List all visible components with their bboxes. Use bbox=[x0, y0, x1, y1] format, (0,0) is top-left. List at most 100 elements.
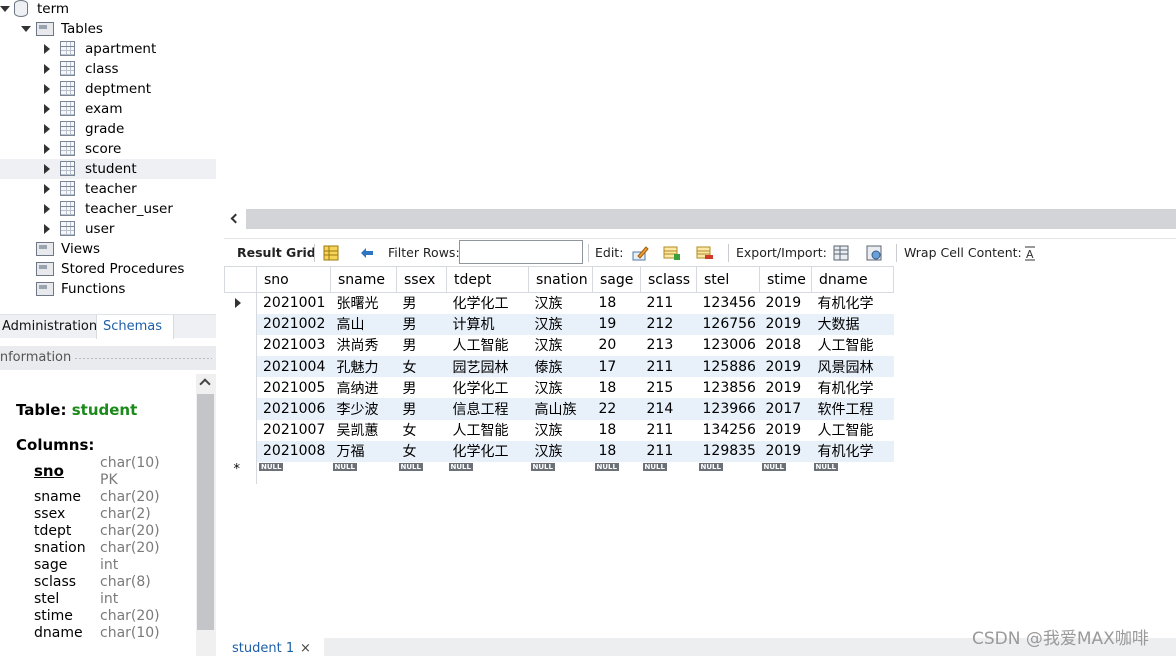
grid-cell[interactable]: 李少波 bbox=[330, 398, 397, 420]
grid-cell[interactable]: 129835 bbox=[696, 440, 760, 462]
grid-cell[interactable]: 信息工程 bbox=[446, 398, 529, 420]
table-row[interactable]: 2021008 万福女化学化工 汉族 18 211 129835 2019 有机化学 bbox=[224, 440, 894, 462]
scroll-left-icon[interactable] bbox=[230, 213, 241, 224]
grid-cell[interactable]: 大数据 bbox=[811, 313, 894, 335]
grid-cell[interactable]: 化学化工 bbox=[446, 377, 529, 399]
table-item-teacher-user[interactable]: teacher_user bbox=[0, 199, 216, 219]
export-icon[interactable] bbox=[832, 244, 850, 262]
grid-cell[interactable]: 男 bbox=[396, 292, 447, 314]
scroll-track[interactable] bbox=[246, 209, 1176, 229]
grid-cell[interactable]: 2017 bbox=[759, 398, 812, 420]
grid-cell[interactable]: 万福 bbox=[330, 440, 397, 462]
grid-cell[interactable]: 汉族 bbox=[528, 377, 593, 399]
grid-cell[interactable]: 2021007 bbox=[256, 419, 331, 441]
grid-cell[interactable]: 126756 bbox=[696, 313, 760, 335]
column-header-tdept[interactable]: tdept bbox=[446, 266, 529, 293]
table-item-teacher[interactable]: teacher bbox=[0, 179, 216, 199]
grid-cell[interactable]: NULL bbox=[696, 462, 760, 484]
column-header-sage[interactable]: sage bbox=[592, 266, 641, 293]
table-item-user[interactable]: user bbox=[0, 219, 216, 239]
expand-arrow-icon[interactable] bbox=[0, 6, 10, 12]
grid-cell[interactable]: NULL bbox=[759, 462, 812, 484]
grid-cell[interactable]: 有机化学 bbox=[811, 377, 894, 399]
column-header-ssex[interactable]: ssex bbox=[396, 266, 447, 293]
grid-cell[interactable]: 园艺园林 bbox=[446, 356, 529, 378]
grid-cell[interactable]: 125886 bbox=[696, 356, 760, 378]
column-header-stel[interactable]: stel bbox=[696, 266, 760, 293]
grid-cell[interactable]: 计算机 bbox=[446, 313, 529, 335]
column-header-sno[interactable]: sno bbox=[256, 266, 331, 293]
pane-divider[interactable] bbox=[216, 0, 224, 656]
tab-schemas[interactable]: Schemas bbox=[96, 315, 174, 339]
row-header[interactable] bbox=[224, 440, 257, 462]
grid-cell[interactable]: 134256 bbox=[696, 419, 760, 441]
grid-cell[interactable]: 2021006 bbox=[256, 398, 331, 420]
grid-cell[interactable]: 高山 bbox=[330, 313, 397, 335]
grid-cell[interactable]: 2019 bbox=[759, 377, 812, 399]
expand-arrow-icon[interactable] bbox=[44, 204, 50, 214]
grid-cell[interactable]: 人工智能 bbox=[811, 419, 894, 441]
table-row[interactable]: 2021007 吴凯蕙女人工智能 汉族 18 211 134256 2019 人工智能 bbox=[224, 419, 894, 441]
grid-cell[interactable]: 男 bbox=[396, 398, 447, 420]
grid-cell[interactable]: 2019 bbox=[759, 292, 812, 314]
tab-student-1[interactable]: student 1 × bbox=[224, 638, 324, 656]
grid-cell[interactable]: 123966 bbox=[696, 398, 760, 420]
grid-cell[interactable]: 215 bbox=[640, 377, 697, 399]
table-item-grade[interactable]: grade bbox=[0, 119, 216, 139]
row-header[interactable] bbox=[224, 292, 257, 314]
table-item-apartment[interactable]: apartment bbox=[0, 39, 216, 59]
expand-arrow-icon[interactable] bbox=[44, 124, 50, 134]
grid-cell[interactable]: 22 bbox=[592, 398, 641, 420]
grid-cell[interactable]: 18 bbox=[592, 377, 641, 399]
grid-cell[interactable]: 2021004 bbox=[256, 356, 331, 378]
table-row[interactable]: 2021005 高纳进男化学化工 汉族 18 215 123856 2019 有机化学 bbox=[224, 377, 894, 399]
views-folder[interactable]: Views bbox=[0, 239, 216, 259]
grid-cell[interactable]: 化学化工 bbox=[446, 292, 529, 314]
grid-cell[interactable]: 高山族 bbox=[528, 398, 593, 420]
table-row[interactable]: 2021006 李少波男信息工程 高山族 22 214 123966 2017 软件工程 bbox=[224, 398, 894, 420]
grid-cell[interactable]: 女 bbox=[396, 440, 447, 462]
row-header[interactable]: * bbox=[224, 462, 257, 484]
refresh-icon[interactable] bbox=[358, 244, 376, 262]
grid-cell[interactable]: 2021003 bbox=[256, 334, 331, 357]
expand-arrow-icon[interactable] bbox=[44, 64, 50, 74]
row-header[interactable] bbox=[224, 377, 257, 399]
grid-cell[interactable]: 人工智能 bbox=[446, 334, 529, 357]
expand-arrow-icon[interactable] bbox=[44, 104, 50, 114]
table-item-class[interactable]: class bbox=[0, 59, 216, 79]
table-row[interactable]: 2021004 孔魅力女园艺园林 傣族 17 211 125886 2019 风景园林 bbox=[224, 356, 894, 378]
expand-arrow-icon[interactable] bbox=[21, 26, 31, 32]
expand-arrow-icon[interactable] bbox=[44, 44, 50, 54]
grid-cell[interactable]: NULL bbox=[528, 462, 593, 484]
tab-administration[interactable]: Administration bbox=[0, 315, 103, 339]
close-icon[interactable]: × bbox=[300, 638, 311, 660]
grid-cell[interactable]: 汉族 bbox=[528, 313, 593, 335]
grid-cell[interactable]: 风景园林 bbox=[811, 356, 894, 378]
functions-folder[interactable]: Functions bbox=[0, 279, 216, 299]
column-header-sname[interactable]: sname bbox=[330, 266, 397, 293]
grid-cell[interactable]: 2021008 bbox=[256, 440, 331, 462]
column-header-dname[interactable]: dname bbox=[811, 266, 894, 293]
row-header[interactable] bbox=[224, 398, 257, 420]
grid-cell[interactable]: 人工智能 bbox=[446, 419, 529, 441]
grid-cell[interactable]: 18 bbox=[592, 419, 641, 441]
expand-arrow-icon[interactable] bbox=[44, 184, 50, 194]
grid-cell[interactable]: 17 bbox=[592, 356, 641, 378]
grid-cell[interactable]: 汉族 bbox=[528, 334, 593, 357]
expand-arrow-icon[interactable] bbox=[44, 224, 50, 234]
grid-cell[interactable]: 高纳进 bbox=[330, 377, 397, 399]
row-header[interactable] bbox=[224, 419, 257, 441]
grid-cell[interactable]: 男 bbox=[396, 377, 447, 399]
grid-layout-icon[interactable] bbox=[322, 244, 340, 262]
grid-cell[interactable]: 汉族 bbox=[528, 419, 593, 441]
grid-cell[interactable]: NULL bbox=[811, 462, 894, 484]
grid-cell[interactable]: 211 bbox=[640, 440, 697, 462]
info-scrollbar[interactable] bbox=[196, 374, 216, 656]
grid-cell[interactable]: 傣族 bbox=[528, 356, 593, 378]
grid-cell[interactable]: 123456 bbox=[696, 292, 760, 314]
column-header-stime[interactable]: stime bbox=[759, 266, 812, 293]
grid-cell[interactable]: 2019 bbox=[759, 313, 812, 335]
grid-cell[interactable]: 213 bbox=[640, 334, 697, 357]
scroll-thumb[interactable] bbox=[197, 394, 214, 630]
grid-cell[interactable]: 洪尚秀 bbox=[330, 334, 397, 357]
